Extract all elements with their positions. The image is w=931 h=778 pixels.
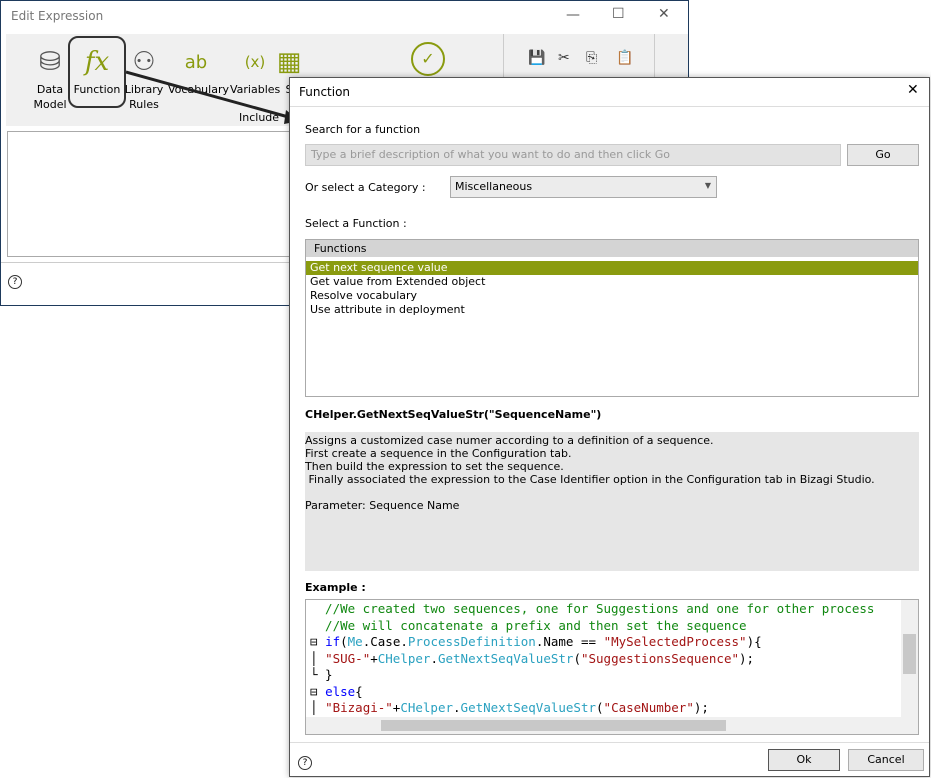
- category-label: Or select a Category :: [305, 181, 426, 194]
- description-line: Parameter: Sequence Name: [305, 499, 460, 512]
- ok-button[interactable]: Ok: [768, 749, 840, 771]
- function-dialog: Function ✕ Search for a function Type a …: [289, 77, 930, 777]
- divider: [290, 106, 929, 107]
- dialog-close-button[interactable]: ✕: [907, 82, 919, 98]
- description-line: Assigns a customized case numer accordin…: [305, 434, 714, 447]
- search-input[interactable]: Type a brief description of what you wan…: [305, 144, 841, 166]
- code-view: //We created two sequences, one for Sugg…: [310, 601, 875, 715]
- category-select[interactable]: Miscellaneous ▼: [450, 176, 717, 198]
- category-value: Miscellaneous: [455, 180, 533, 193]
- horizontal-scrollbar[interactable]: [306, 717, 918, 734]
- list-item[interactable]: Use attribute in deployment: [306, 303, 918, 317]
- description-line: Then build the expression to set the seq…: [305, 460, 564, 473]
- chevron-down-icon: ▼: [704, 181, 711, 190]
- dialog-title: Function: [299, 85, 351, 99]
- vertical-scrollbar[interactable]: [901, 600, 918, 718]
- cancel-button[interactable]: Cancel: [848, 749, 924, 771]
- scrollbar-thumb[interactable]: [903, 634, 916, 674]
- help-icon[interactable]: ?: [298, 756, 312, 770]
- list-item[interactable]: Get value from Extended object: [306, 275, 918, 289]
- search-label: Search for a function: [305, 123, 421, 136]
- description-line: First create a sequence in the Configura…: [305, 447, 572, 460]
- function-list: Functions Get next sequence value Get va…: [305, 239, 919, 397]
- list-item[interactable]: Get next sequence value: [306, 261, 918, 275]
- list-header: Functions: [306, 240, 918, 257]
- example-label: Example :: [305, 581, 366, 594]
- example-code[interactable]: //We created two sequences, one for Sugg…: [305, 599, 919, 735]
- select-function-label: Select a Function :: [305, 217, 407, 230]
- list-item[interactable]: Resolve vocabulary: [306, 289, 918, 303]
- function-signature: CHelper.GetNextSeqValueStr("SequenceName…: [305, 408, 602, 421]
- description-line: Finally associated the expression to the…: [305, 473, 875, 486]
- function-description: Assigns a customized case numer accordin…: [305, 432, 919, 571]
- divider: [290, 742, 929, 743]
- go-button[interactable]: Go: [847, 144, 919, 166]
- scrollbar-thumb[interactable]: [381, 720, 726, 731]
